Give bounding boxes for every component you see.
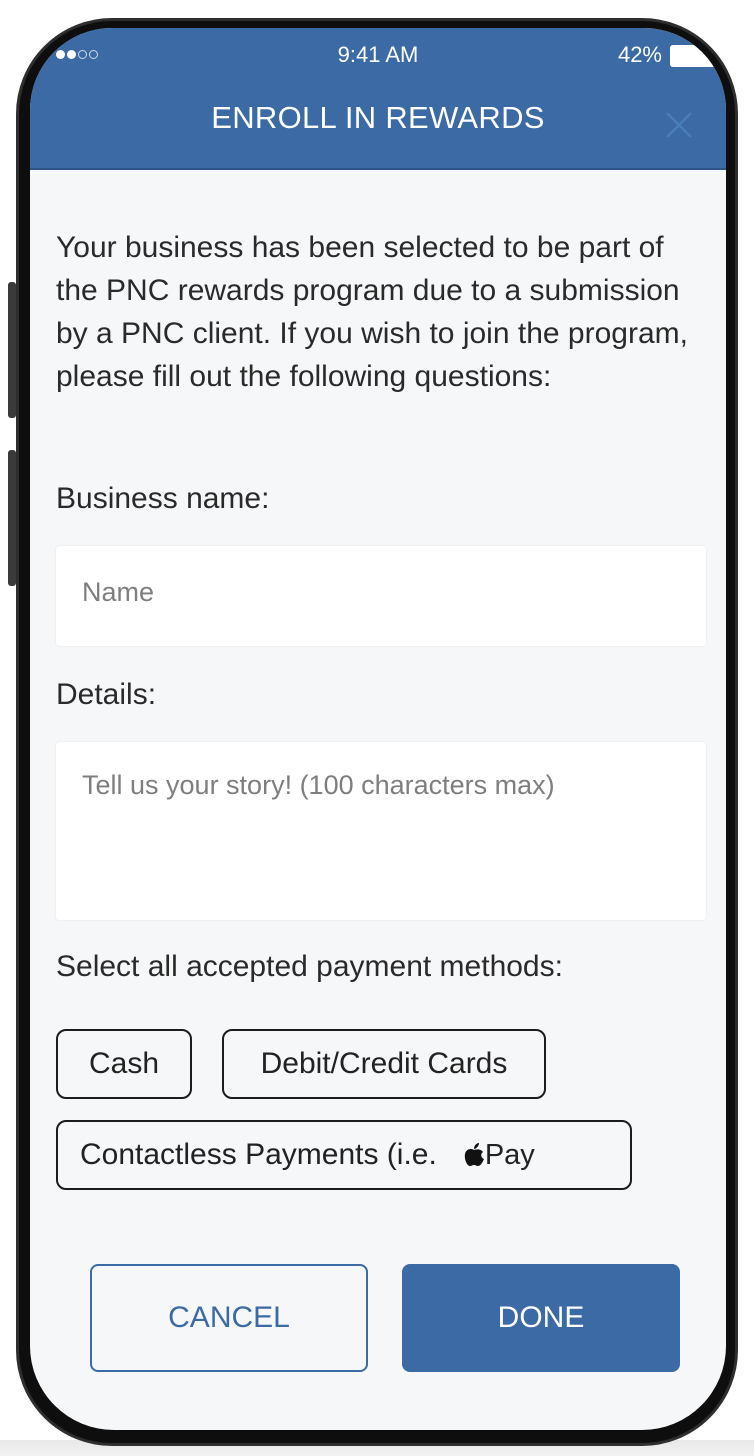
- done-button[interactable]: DONE: [402, 1264, 680, 1372]
- payment-option-contactless[interactable]: Contactless Payments (i.e. Pay: [56, 1120, 632, 1190]
- details-placeholder: Tell us your story! (100 characters max): [82, 770, 555, 800]
- intro-text: Your business has been selected to be pa…: [56, 231, 688, 393]
- payment-option-cards-label: Debit/Credit Cards: [260, 1047, 508, 1080]
- cancel-button[interactable]: CANCEL: [90, 1264, 368, 1372]
- payment-option-cash[interactable]: Cash: [56, 1029, 192, 1099]
- volume-down-button: [8, 450, 16, 586]
- page-title: ENROLL IN REWARDS: [211, 100, 545, 135]
- phone-screen: 9:41 AM 42% ENROLL IN REWARDS Your busin…: [30, 28, 726, 1430]
- details-textarea[interactable]: Tell us your story! (100 characters max): [56, 742, 706, 920]
- payment-option-contactless-label: Contactless Payments (i.e.: [80, 1138, 437, 1171]
- cancel-button-label: CANCEL: [168, 1301, 290, 1334]
- volume-up-button: [8, 282, 16, 418]
- battery-percent: 42%: [617, 42, 662, 67]
- payment-option-cards[interactable]: Debit/Credit Cards: [222, 1029, 546, 1099]
- business-name-label: Business name:: [56, 482, 270, 515]
- details-label: Details:: [56, 678, 157, 711]
- done-button-label: DONE: [497, 1301, 585, 1334]
- business-name-placeholder: Name: [82, 577, 155, 607]
- status-bar: 9:41 AM 42%: [30, 28, 726, 72]
- apple-pay-logo: Pay: [463, 1139, 535, 1172]
- close-icon[interactable]: [664, 110, 694, 140]
- battery-icon: [670, 45, 726, 67]
- payment-methods-label: Select all accepted payment methods:: [56, 950, 563, 983]
- business-name-input[interactable]: Name: [56, 546, 706, 646]
- payment-option-cash-label: Cash: [88, 1047, 160, 1080]
- apple-pay-text: Pay: [484, 1138, 535, 1171]
- apple-icon: [464, 1143, 484, 1166]
- app-header: 9:41 AM 42% ENROLL IN REWARDS: [30, 28, 726, 170]
